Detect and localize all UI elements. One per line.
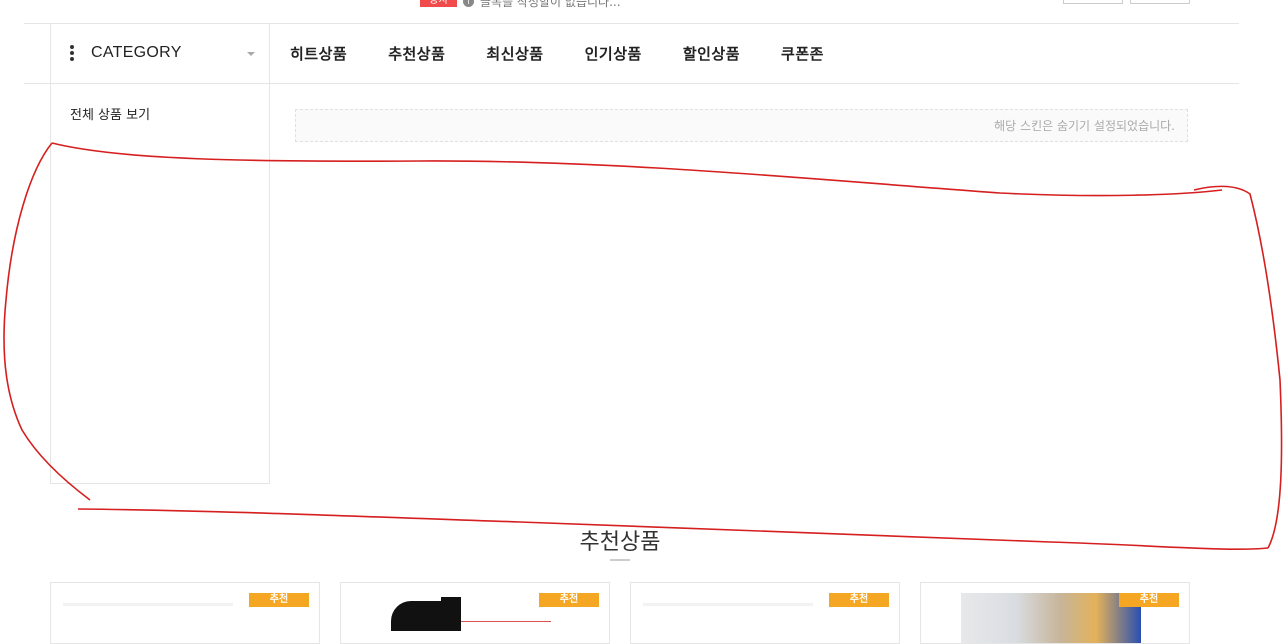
hidden-skin-notice: 해당 스킨은 숨기기 설정되었습니다. bbox=[295, 109, 1188, 142]
product-image-part bbox=[441, 597, 461, 625]
all-products-link[interactable]: 전체 상품 보기 bbox=[70, 104, 150, 123]
menu-item-recommended[interactable]: 추천상품 bbox=[388, 43, 445, 64]
product-card[interactable]: 추천 bbox=[920, 582, 1190, 644]
more-vertical-icon bbox=[70, 45, 74, 61]
recommended-badge: 추천 bbox=[249, 593, 309, 607]
notice-text[interactable]: 글목을 작성할이 없습니다... bbox=[480, 0, 621, 10]
recommended-badge: 추천 bbox=[1119, 593, 1179, 607]
menu-item-popular[interactable]: 인기상품 bbox=[585, 43, 642, 64]
recommended-badge: 추천 bbox=[829, 593, 889, 607]
notice-badge: 공지 bbox=[420, 0, 457, 7]
menu-item-coupon[interactable]: 쿠폰존 bbox=[781, 43, 824, 64]
product-image-placeholder bbox=[643, 603, 813, 606]
top-notice-strip: 공지 i 글목을 작성할이 없습니다... bbox=[0, 0, 1283, 10]
product-card[interactable]: 추천 bbox=[50, 582, 320, 644]
product-image-line bbox=[461, 621, 551, 622]
menu-item-hit[interactable]: 히트상품 bbox=[290, 43, 347, 64]
product-image bbox=[961, 593, 1141, 643]
top-button-2[interactable] bbox=[1130, 0, 1190, 4]
top-button-1[interactable] bbox=[1063, 0, 1123, 4]
recommended-badge: 추천 bbox=[539, 593, 599, 607]
category-toggle[interactable]: CATEGORY bbox=[50, 24, 270, 83]
title-divider bbox=[610, 559, 630, 561]
chevron-down-icon bbox=[247, 52, 255, 56]
main-nav: CATEGORY 히트상품 추천상품 최신상품 인기상품 할인상품 쿠폰존 bbox=[24, 23, 1239, 84]
category-sidebar: 전체 상품 보기 bbox=[50, 83, 270, 484]
menu-item-new[interactable]: 최신상품 bbox=[486, 43, 543, 64]
product-card[interactable]: 추천 bbox=[340, 582, 610, 644]
product-card[interactable]: 추천 bbox=[630, 582, 900, 644]
section-title: 추천상품 bbox=[579, 530, 661, 555]
product-image-placeholder bbox=[63, 603, 233, 606]
info-icon: i bbox=[463, 0, 474, 7]
category-label: CATEGORY bbox=[91, 44, 182, 61]
menu-list: 히트상품 추천상품 최신상품 인기상품 할인상품 쿠폰존 bbox=[290, 24, 865, 83]
menu-item-sale[interactable]: 할인상품 bbox=[683, 43, 740, 64]
